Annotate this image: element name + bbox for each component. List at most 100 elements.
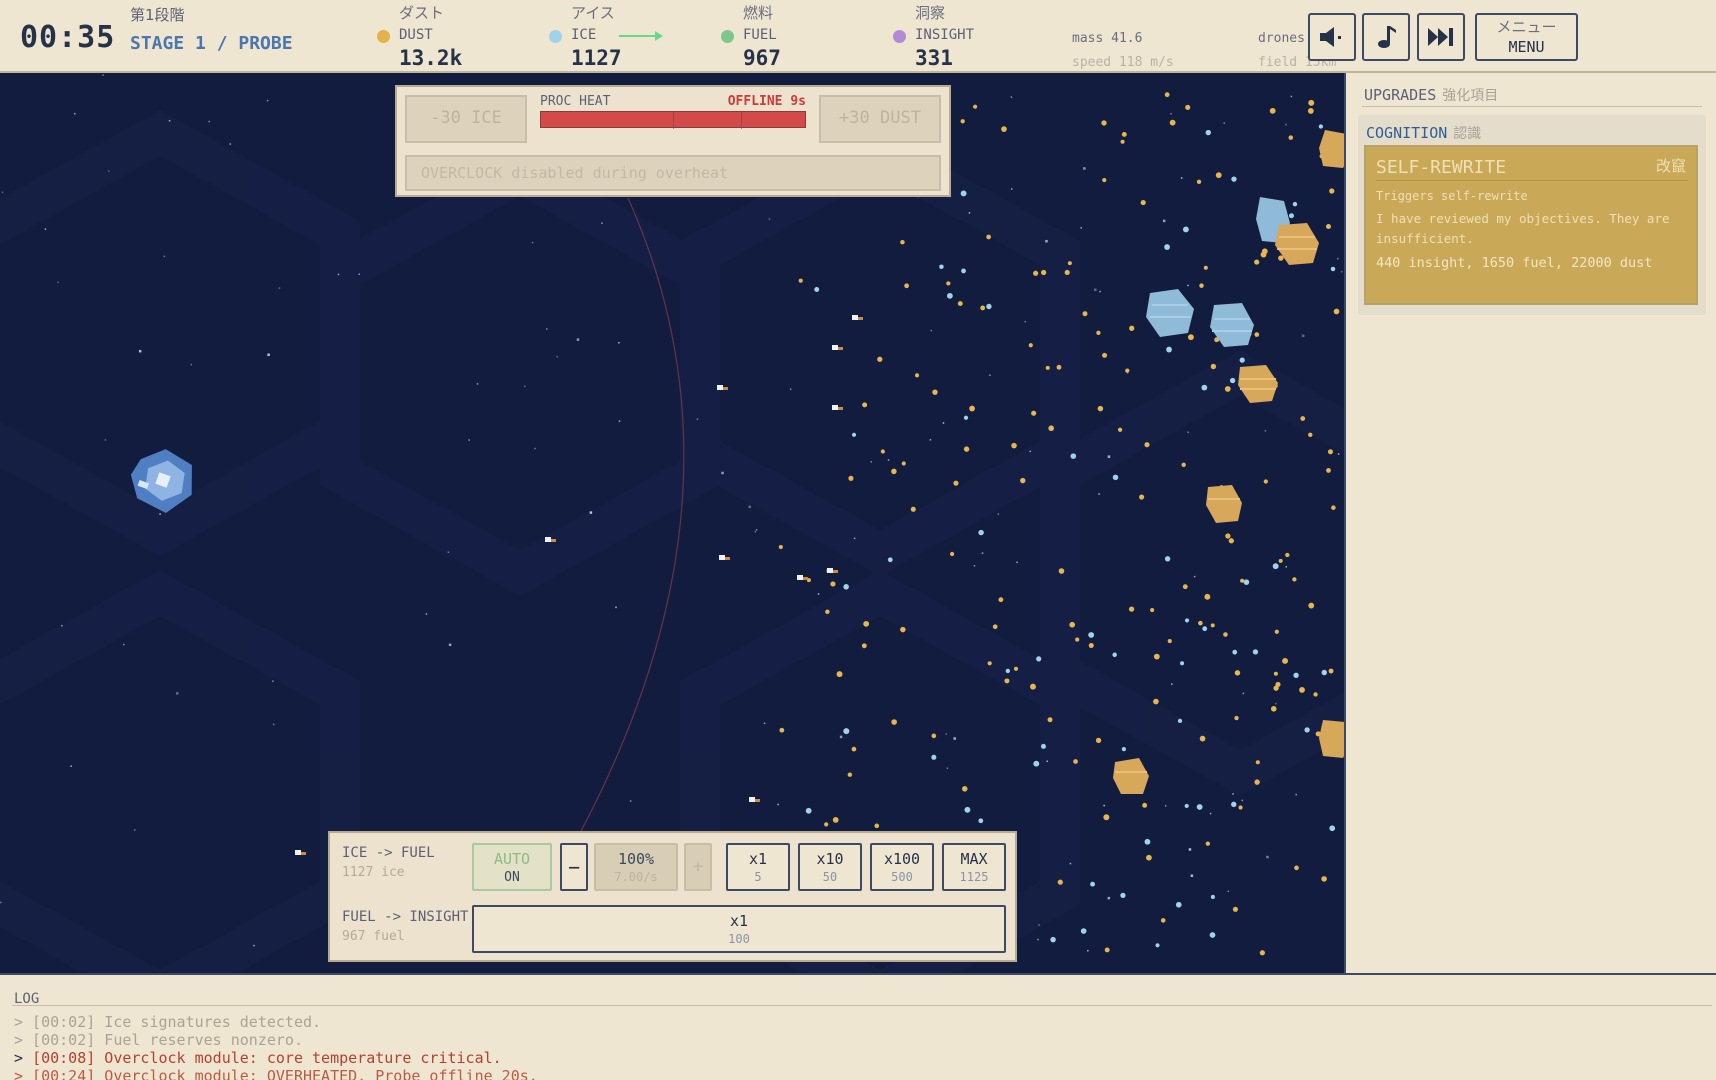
resource-particle <box>1239 357 1245 363</box>
multiplier-label: x1 <box>729 912 749 930</box>
resource-particle <box>1128 606 1135 612</box>
resource-particle <box>877 356 883 362</box>
category-title-text: COGNITION <box>1366 124 1448 142</box>
resource-particle <box>1210 623 1215 628</box>
star <box>534 447 536 450</box>
drone <box>797 575 808 580</box>
star <box>74 112 76 115</box>
resource-particle <box>824 822 829 827</box>
resource-name: DUST <box>399 27 433 43</box>
resource-particle <box>1234 715 1239 721</box>
resource-particle <box>1204 593 1211 600</box>
ice-amount: 1127 ice <box>342 865 405 880</box>
star <box>589 511 593 514</box>
upgrade-subtitle: Triggers self-rewrite <box>1376 189 1528 203</box>
star <box>448 643 452 647</box>
music-toggle-button[interactable] <box>1362 13 1410 61</box>
resource-particle <box>887 557 893 563</box>
star <box>1029 450 1032 453</box>
convert-x100-button[interactable]: x100 500 <box>870 843 934 891</box>
resource-particle <box>1120 139 1125 144</box>
star <box>133 829 136 831</box>
resource-particle <box>1121 131 1127 137</box>
divider <box>1376 180 1688 181</box>
convert-max-button[interactable]: MAX 1125 <box>942 843 1006 891</box>
resource-particle <box>1224 386 1231 392</box>
upgrades-panel: UPGRADES 強化項目 COGNITION 認識 SELF-REWRITE 改竄… <box>1348 73 1716 973</box>
star <box>1301 334 1305 338</box>
rate-decrease-button[interactable]: − <box>560 843 588 891</box>
rate-increase-button[interactable]: + <box>684 843 712 891</box>
auto-toggle-button[interactable]: AUTO ON <box>472 843 552 891</box>
resource-particle <box>1117 427 1123 432</box>
sound-toggle-button[interactable] <box>1308 13 1356 61</box>
star <box>1 191 4 194</box>
resource-value: 1127 <box>571 46 622 70</box>
resource-particle <box>1327 449 1333 455</box>
resource-particle <box>1288 135 1294 140</box>
resource-particle <box>1001 126 1007 132</box>
resource-particle <box>1300 416 1306 421</box>
convert-insight-button[interactable]: x1 100 <box>472 905 1006 953</box>
star <box>1340 271 1343 273</box>
resource-particle <box>1005 668 1011 674</box>
star <box>763 722 766 725</box>
minus-ice-button[interactable]: -30 ICE <box>405 95 527 143</box>
multiplier-cost: 1125 <box>959 870 989 884</box>
star <box>1187 431 1189 433</box>
star <box>278 287 281 289</box>
resource-particle <box>1232 906 1239 912</box>
fast-forward-button[interactable] <box>1417 13 1465 61</box>
star <box>1069 862 1072 865</box>
star <box>1193 575 1196 578</box>
log-line: > [00:02] Ice signatures detected. <box>14 1013 322 1031</box>
star <box>1266 855 1269 859</box>
star <box>696 418 699 420</box>
resource-particle <box>863 620 870 627</box>
conversion-panel: ICE -> FUEL 1127 ice AUTO ON − 100% 7.00… <box>328 831 1017 962</box>
resource-particle <box>949 551 955 557</box>
menu-label-jp: メニュー <box>1496 18 1557 36</box>
star <box>853 537 856 540</box>
star <box>777 803 779 806</box>
star <box>887 459 890 461</box>
resource-particle <box>915 373 920 378</box>
star <box>208 120 210 123</box>
ice-icon <box>549 30 562 43</box>
resource-particle <box>1259 950 1265 956</box>
heat-tick <box>741 112 742 129</box>
resource-particle <box>1146 854 1152 861</box>
star <box>1099 290 1101 293</box>
resource-particle <box>1254 779 1260 785</box>
resource-particle <box>1101 120 1107 126</box>
upgrade-card-self-rewrite[interactable]: SELF-REWRITE 改竄 Triggers self-rewrite I … <box>1364 145 1698 305</box>
resource-particle <box>1045 365 1050 370</box>
plus-dust-button[interactable]: +30 DUST <box>819 95 941 143</box>
resource-particle <box>1304 727 1310 733</box>
resource-name: INSIGHT <box>915 27 975 43</box>
star <box>0 901 2 904</box>
resource-particle <box>986 303 992 310</box>
category-title: COGNITION 認識 <box>1366 123 1481 143</box>
resource-particle <box>1288 213 1294 219</box>
space-viewport[interactable]: -30 ICE PROC HEAT OFFLINE 9s +30 DUST OV… <box>0 73 1346 973</box>
insight-icon <box>893 30 906 43</box>
menu-button[interactable]: メニュー MENU <box>1475 13 1578 61</box>
star <box>468 439 470 441</box>
overclock-button[interactable]: OVERCLOCK disabled during overheat <box>405 155 941 191</box>
star <box>104 439 107 441</box>
resource-particle <box>1120 892 1126 899</box>
convert-x10-button[interactable]: x10 50 <box>798 843 862 891</box>
resource-particle <box>1232 649 1238 655</box>
resource-particle <box>998 597 1004 603</box>
star <box>102 74 104 76</box>
resource-particle <box>1058 568 1065 574</box>
convert-x1-button[interactable]: x1 5 <box>726 843 790 891</box>
resource-particle <box>1050 936 1056 943</box>
star <box>138 349 142 353</box>
resource-particle <box>978 529 984 536</box>
drone-swarm <box>295 315 863 855</box>
resource-particle <box>1104 947 1110 953</box>
star <box>1188 848 1192 851</box>
resource-particle <box>1069 621 1076 628</box>
